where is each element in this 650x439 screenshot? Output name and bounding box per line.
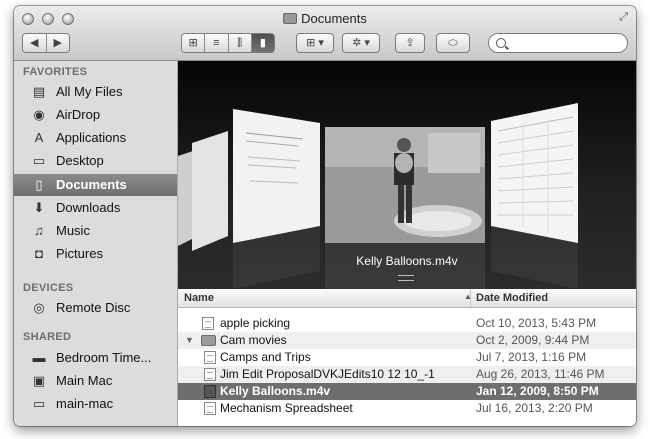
music-icon: ♫ <box>34 223 44 238</box>
fullscreen-icon[interactable]: ⤢ <box>619 11 628 24</box>
tags-button[interactable]: ⬭ <box>436 33 470 53</box>
list-row-selected[interactable]: Kelly Balloons.m4v Jan 12, 2009, 8:50 PM <box>178 383 636 400</box>
list-header: Name ▲ Date Modified <box>178 289 636 308</box>
downloads-icon: ⬇ <box>33 200 45 215</box>
list-row[interactable]: Camps and Trips Jul 7, 2013, 1:16 PM <box>178 349 636 366</box>
back-button[interactable]: ◀ <box>23 34 47 52</box>
window-title: Documents <box>14 11 636 26</box>
file-name: apple picking <box>220 316 291 330</box>
file-name: Mechanism Spreadsheet <box>220 401 353 415</box>
document-icon <box>204 402 216 415</box>
folder-icon <box>201 335 216 346</box>
search-input[interactable] <box>511 36 625 52</box>
sidebar-item-remote-disc[interactable]: ◎ Remote Disc <box>14 297 177 319</box>
sidebar-item-label: Bedroom Time... <box>56 350 152 365</box>
file-name: Camps and Trips <box>220 350 311 364</box>
search-icon <box>496 38 506 48</box>
sidebar-item-music[interactable]: ♫ Music <box>14 220 177 242</box>
sidebar-item-label: Main Mac <box>56 373 113 388</box>
file-date: Oct 2, 2009, 9:44 PM <box>476 333 590 347</box>
file-date: Jan 12, 2009, 8:50 PM <box>476 384 599 398</box>
file-name: Cam movies <box>220 333 287 347</box>
sidebar-item-bedroom-time[interactable]: ▬ Bedroom Time... <box>14 347 177 369</box>
sidebar-item-airdrop[interactable]: ◉ AirDrop <box>14 104 177 126</box>
arrange-button[interactable]: ⊞ ▾ <box>296 33 334 53</box>
sidebar-item-applications[interactable]: A Applications <box>14 127 177 149</box>
column-header-date-modified[interactable]: Date Modified <box>476 292 548 304</box>
cover-flow-scroll-handle[interactable] <box>398 275 414 281</box>
sidebar-item-label: Documents <box>56 177 127 192</box>
forward-button[interactable]: ▶ <box>46 34 69 52</box>
file-name: Jim Edit ProposalDVKJEdits10 12 10_-1 <box>220 367 435 381</box>
list-row[interactable]: Mechanism Spreadsheet Jul 16, 2013, 2:20… <box>178 400 636 417</box>
pictures-icon: ◘ <box>35 246 43 261</box>
file-date: Jul 7, 2013, 1:16 PM <box>476 350 587 364</box>
sidebar-item-label: Applications <box>56 130 127 145</box>
list-row[interactable]: apple picking Oct 10, 2013, 5:43 PM <box>178 315 636 332</box>
sidebar-heading-shared: SHARED <box>23 331 72 343</box>
file-name: Kelly Balloons.m4v <box>220 384 331 398</box>
list-row[interactable]: ▼ Cam movies Oct 2, 2009, 9:44 PM <box>178 332 636 349</box>
sidebar-item-label: AirDrop <box>56 107 101 122</box>
cover-left-doc-2[interactable] <box>192 131 228 251</box>
disc-icon: ◎ <box>33 300 45 315</box>
sidebar-item-label: Remote Disc <box>56 300 131 315</box>
file-date: Aug 26, 2013, 11:46 PM <box>476 367 605 381</box>
sidebar-item-main-mac-lower[interactable]: ▭ main-mac <box>14 393 177 415</box>
sidebar-item-label: All My Files <box>56 84 123 99</box>
sidebar: FAVORITES ▤ All My Files ◉ AirDrop A App… <box>14 61 178 426</box>
sidebar-item-downloads[interactable]: ⬇ Downloads <box>14 197 177 219</box>
sidebar-heading-favorites: FAVORITES <box>23 66 88 78</box>
cover-flow-filename: Kelly Balloons.m4v <box>356 254 458 268</box>
sidebar-item-main-mac[interactable]: ▣ Main Mac <box>14 370 177 392</box>
sidebar-item-label: Desktop <box>56 153 104 168</box>
folder-icon <box>283 13 298 24</box>
view-mode-control: ⊞ ≡ ⫼ ▮ <box>181 33 275 53</box>
documents-icon: ▯ <box>35 177 43 192</box>
column-header-name[interactable]: Name <box>184 292 214 304</box>
coverflow-view-button[interactable]: ▮ <box>251 34 274 52</box>
movie-file-icon <box>204 385 216 398</box>
network-drive-icon: ▬ <box>32 350 46 365</box>
sidebar-item-pictures[interactable]: ◘ Pictures <box>14 243 177 265</box>
document-icon <box>204 351 216 364</box>
file-list: Name ▲ Date Modified apple picking Oct 1… <box>178 289 636 426</box>
applications-icon: A <box>34 130 44 145</box>
finder-window: Documents ⤢ ◀ ▶ ⊞ ≡ ⫼ ▮ ⊞ ▾ ✲ ▾ ⇪ ⬭ FAVO… <box>14 6 636 426</box>
toolbar: Documents ⤢ ◀ ▶ ⊞ ≡ ⫼ ▮ ⊞ ▾ ✲ ▾ ⇪ ⬭ <box>14 6 636 61</box>
share-button[interactable]: ⇪ <box>395 33 425 53</box>
cover-flow-area[interactable]: Kelly Balloons.m4v <box>178 61 636 289</box>
computer-icon: ▣ <box>32 373 46 388</box>
document-icon <box>204 368 216 381</box>
desktop-icon: ▭ <box>32 153 46 168</box>
document-icon <box>202 317 214 330</box>
sidebar-item-label: main-mac <box>56 396 114 411</box>
nav-buttons: ◀ ▶ <box>22 33 70 53</box>
all-files-icon: ▤ <box>32 84 46 99</box>
sidebar-item-desktop[interactable]: ▭ Desktop <box>14 150 177 172</box>
computer-icon: ▭ <box>32 396 46 411</box>
file-date: Oct 10, 2013, 5:43 PM <box>476 316 597 330</box>
disclosure-triangle-icon[interactable]: ▼ <box>185 332 194 349</box>
file-date: Jul 16, 2013, 2:20 PM <box>476 401 593 415</box>
sidebar-item-label: Downloads <box>56 200 121 215</box>
list-view-button[interactable]: ≡ <box>205 34 229 52</box>
sidebar-item-label: Music <box>56 223 90 238</box>
airdrop-icon: ◉ <box>33 107 45 122</box>
sidebar-item-all-my-files[interactable]: ▤ All My Files <box>14 81 177 103</box>
list-row[interactable]: Jim Edit ProposalDVKJEdits10 12 10_-1 Au… <box>178 366 636 383</box>
column-divider[interactable] <box>470 289 471 307</box>
sidebar-item-documents[interactable]: ▯ Documents <box>14 174 177 196</box>
cover-left-doc-1[interactable] <box>233 109 320 243</box>
search-field[interactable] <box>488 33 628 53</box>
column-view-button[interactable]: ⫼ <box>228 34 252 52</box>
icon-view-button[interactable]: ⊞ <box>182 34 206 52</box>
sidebar-item-label: Pictures <box>56 246 103 261</box>
action-button[interactable]: ✲ ▾ <box>342 33 380 53</box>
sidebar-heading-devices: DEVICES <box>23 282 74 294</box>
